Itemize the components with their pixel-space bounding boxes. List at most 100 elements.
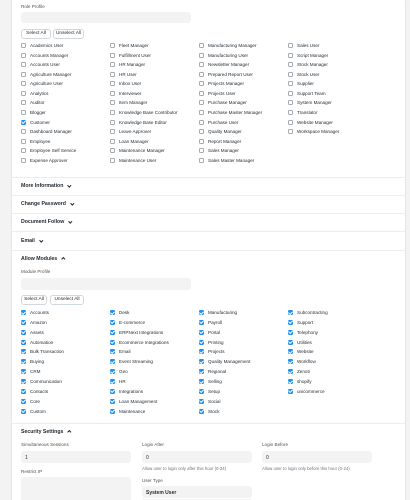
checkbox-checked-icon[interactable] <box>288 339 293 345</box>
checkbox-checked-icon[interactable] <box>199 349 204 355</box>
checkbox-checked-icon[interactable] <box>110 329 115 335</box>
checkbox-checked-icon[interactable] <box>21 379 26 385</box>
module-checkbox[interactable]: E-commerce <box>110 319 145 326</box>
checkbox-checked-icon[interactable] <box>21 310 26 315</box>
checkbox-checked-icon[interactable] <box>21 369 26 375</box>
checkbox-checked-icon[interactable] <box>110 310 115 315</box>
module-checkbox[interactable]: Desk <box>110 309 129 316</box>
module-checkbox[interactable]: Core <box>21 398 40 405</box>
module-label: Portal <box>208 329 221 335</box>
module-checkbox[interactable]: Buying <box>21 358 44 365</box>
module-checkbox[interactable]: Loan Management <box>110 398 157 405</box>
checkbox-checked-icon[interactable] <box>288 319 293 325</box>
checkbox-checked-icon[interactable] <box>288 379 293 385</box>
module-checkbox[interactable]: HR <box>110 378 126 385</box>
module-checkbox[interactable]: Setup <box>199 388 220 395</box>
module-checkbox[interactable]: Printing <box>199 339 224 346</box>
checkbox-checked-icon[interactable] <box>199 379 204 385</box>
checkbox-checked-icon[interactable] <box>288 310 293 315</box>
module-label: Loan Management <box>119 398 158 404</box>
module-checkbox[interactable]: Website <box>288 348 314 355</box>
checkbox-checked-icon[interactable] <box>199 359 204 365</box>
user-type-select[interactable]: System User <box>142 486 252 498</box>
checkbox-checked-icon[interactable] <box>110 369 115 375</box>
module-label: Projects <box>208 349 225 355</box>
restrict-ip-textarea[interactable] <box>21 477 131 500</box>
module-checkbox[interactable]: Accounts <box>21 309 49 316</box>
checkbox-checked-icon[interactable] <box>110 319 115 325</box>
checkbox-checked-icon[interactable] <box>21 349 26 355</box>
module-checkbox[interactable]: Manufacturing <box>199 309 237 316</box>
checkbox-checked-icon[interactable] <box>21 329 26 335</box>
module-checkbox[interactable]: Telephony <box>288 329 318 336</box>
checkbox-checked-icon[interactable] <box>288 369 293 375</box>
checkbox-checked-icon[interactable] <box>21 319 26 325</box>
module-checkbox[interactable]: Maintenance <box>110 408 145 415</box>
checkbox-checked-icon[interactable] <box>199 398 204 404</box>
checkbox-checked-icon[interactable] <box>110 398 115 404</box>
checkbox-checked-icon[interactable] <box>199 310 204 315</box>
module-checkbox[interactable]: CRM <box>21 368 40 375</box>
module-checkbox[interactable]: Event Streaming <box>110 358 153 365</box>
security-settings-section[interactable]: Security Settings <box>21 429 72 435</box>
module-checkbox[interactable]: Automation <box>21 339 53 346</box>
checkbox-checked-icon[interactable] <box>110 408 115 414</box>
checkbox-checked-icon[interactable] <box>288 349 293 355</box>
module-checkbox[interactable]: Ecommerce Integrations <box>110 339 169 346</box>
checkbox-checked-icon[interactable] <box>110 339 115 345</box>
login-before-input[interactable]: 0 <box>262 451 372 463</box>
checkbox-checked-icon[interactable] <box>288 329 293 335</box>
module-checkbox[interactable]: Email <box>110 348 131 355</box>
module-label: Utilities <box>297 339 312 345</box>
module-checkbox[interactable]: Social <box>199 398 221 405</box>
module-checkbox[interactable]: Custom <box>21 408 46 415</box>
checkbox-checked-icon[interactable] <box>110 388 115 394</box>
checkbox-checked-icon[interactable] <box>199 388 204 394</box>
module-checkbox[interactable]: Regional <box>199 368 226 375</box>
module-checkbox[interactable]: ERPNext Integrations <box>110 329 163 336</box>
checkbox-checked-icon[interactable] <box>199 329 204 335</box>
module-checkbox[interactable]: Projects <box>199 348 225 355</box>
module-checkbox[interactable]: Payroll <box>199 319 222 326</box>
checkbox-checked-icon[interactable] <box>199 369 204 375</box>
checkbox-checked-icon[interactable] <box>21 408 26 414</box>
module-checkbox[interactable]: Workflow <box>288 358 316 365</box>
module-label: Zenoti <box>297 369 310 375</box>
module-checkbox[interactable]: Utilities <box>288 339 312 346</box>
restrict-ip-label: Restrict IP <box>21 469 43 474</box>
module-checkbox[interactable]: Zenoti <box>288 368 310 375</box>
module-checkbox[interactable]: unicommerce <box>288 388 325 395</box>
checkbox-checked-icon[interactable] <box>21 339 26 345</box>
module-label: Desk <box>119 310 130 315</box>
checkbox-checked-icon[interactable] <box>199 319 204 325</box>
checkbox-checked-icon[interactable] <box>21 398 26 404</box>
module-label: Amazon <box>30 319 47 325</box>
checkbox-checked-icon[interactable] <box>110 379 115 385</box>
module-checkbox[interactable]: Subcontracting <box>288 309 328 316</box>
checkbox-checked-icon[interactable] <box>288 359 293 365</box>
checkbox-checked-icon[interactable] <box>199 339 204 345</box>
module-checkbox[interactable]: Assets <box>21 329 44 336</box>
module-checkbox[interactable]: Integrations <box>110 388 143 395</box>
module-checkbox[interactable]: Stock <box>199 408 220 415</box>
module-checkbox[interactable]: Support <box>288 319 313 326</box>
module-checkbox[interactable]: Contacts <box>21 388 48 395</box>
checkbox-checked-icon[interactable] <box>199 408 204 414</box>
checkbox-checked-icon[interactable] <box>288 388 293 394</box>
module-checkbox[interactable]: Communication <box>21 378 62 385</box>
checkbox-checked-icon[interactable] <box>110 359 115 365</box>
checkbox-checked-icon[interactable] <box>21 388 26 394</box>
checkbox-checked-icon[interactable] <box>110 349 115 355</box>
module-label: Buying <box>30 359 45 365</box>
module-checkbox[interactable]: shopify <box>288 378 312 385</box>
module-checkbox[interactable]: Bulk Transaction <box>21 348 64 355</box>
module-label: Core <box>30 398 40 404</box>
checkbox-checked-icon[interactable] <box>21 359 26 365</box>
module-checkbox[interactable]: Quality Management <box>199 358 250 365</box>
simultaneous-sessions-input[interactable]: 1 <box>21 451 131 463</box>
module-checkbox[interactable]: Geo <box>110 368 128 375</box>
module-checkbox[interactable]: Selling <box>199 378 222 385</box>
login-after-input[interactable]: 0 <box>142 451 252 463</box>
module-checkbox[interactable]: Amazon <box>21 319 47 326</box>
module-checkbox[interactable]: Portal <box>199 329 220 336</box>
